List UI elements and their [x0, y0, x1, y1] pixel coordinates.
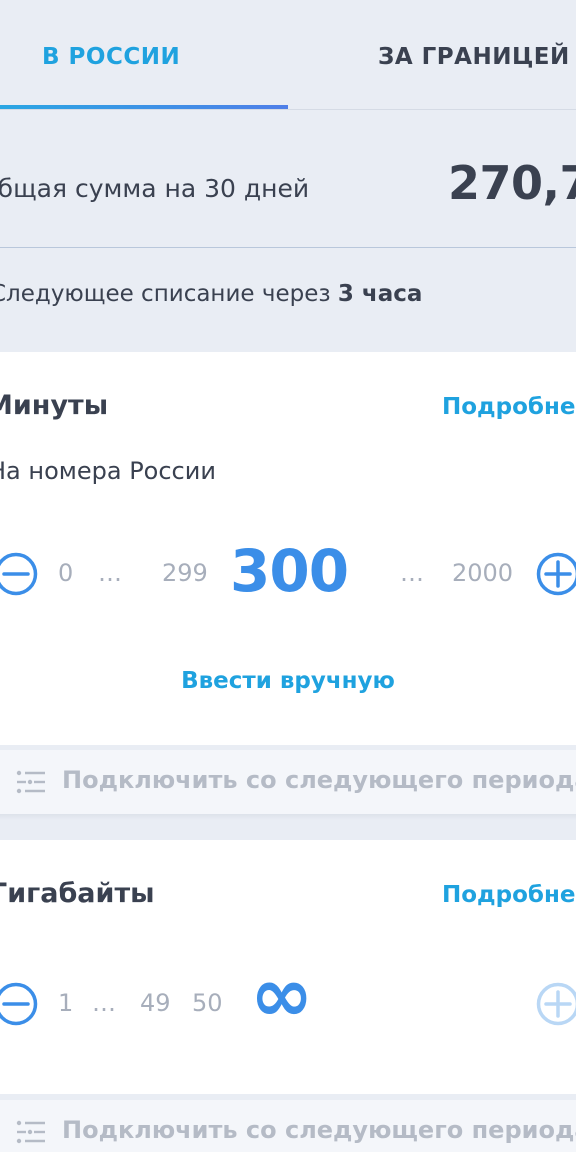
gigabytes-details-link[interactable]: Подробнее: [442, 882, 576, 908]
tariff-builder-screen: В РОССИИ ЗА ГРАНИЦЕЙ Общая сумма на 30 д…: [0, 0, 576, 1152]
tab-abroad[interactable]: ЗА ГРАНИЦЕЙ: [378, 44, 570, 70]
connect-next-period-gigabytes[interactable]: Подключить со следующего периода: [0, 1100, 576, 1152]
next-charge-text: Следующее списание через 3 часа: [0, 281, 422, 307]
next-charge-time: 3 часа: [337, 281, 423, 307]
tab-russia[interactable]: В РОССИИ: [42, 44, 180, 70]
gigabytes-tick[interactable]: 1: [58, 989, 73, 1017]
gigabytes-decrease-button[interactable]: [0, 982, 38, 1026]
gigabytes-tick[interactable]: 50: [192, 989, 223, 1017]
gigabytes-tick[interactable]: 49: [140, 989, 171, 1017]
minus-icon: [0, 552, 38, 596]
minus-icon: [0, 982, 38, 1026]
section-shadow: [0, 814, 576, 820]
gigabytes-increase-button[interactable]: [536, 982, 576, 1026]
next-charge-prefix: Следующее списание через: [0, 281, 338, 307]
minutes-tick[interactable]: 299: [162, 559, 208, 587]
summary-divider: [0, 247, 576, 248]
minutes-tick[interactable]: 0: [58, 559, 73, 587]
total-label: Общая сумма на 30 дней: [0, 174, 310, 203]
enter-manually-link[interactable]: Ввести вручную: [0, 668, 576, 694]
gigabytes-ellipsis: …: [92, 989, 116, 1017]
settings-list-icon: [16, 770, 45, 794]
region-tabs: В РОССИИ ЗА ГРАНИЦЕЙ: [0, 0, 576, 110]
minutes-ellipsis: …: [98, 559, 122, 587]
minutes-increase-button[interactable]: [536, 552, 576, 596]
settings-list-icon: [16, 1120, 45, 1144]
plus-icon: [536, 982, 576, 1026]
connect-next-period-minutes[interactable]: Подключить со следующего периода: [0, 750, 576, 814]
minutes-selected-value: 300: [230, 537, 349, 605]
minutes-details-link[interactable]: Подробнее: [442, 394, 576, 420]
minutes-tick[interactable]: 2000: [452, 559, 513, 587]
gigabytes-card: Гигабайты Подробнее 1 … 49 50 ∞: [0, 840, 576, 1094]
gigabytes-selected-value: ∞: [250, 950, 313, 1039]
minutes-decrease-button[interactable]: [0, 552, 38, 596]
minutes-ellipsis: …: [400, 559, 424, 587]
minutes-title: Минуты: [0, 390, 109, 421]
minutes-subtitle: На номера России: [0, 457, 216, 485]
total-value: 270,77: [448, 156, 576, 210]
gigabytes-title: Гигабайты: [0, 878, 155, 909]
connect-next-period-label: Подключить со следующего периода: [62, 766, 576, 794]
tabs-divider: [0, 109, 576, 110]
plus-icon: [536, 552, 576, 596]
connect-next-period-label: Подключить со следующего периода: [62, 1116, 576, 1144]
